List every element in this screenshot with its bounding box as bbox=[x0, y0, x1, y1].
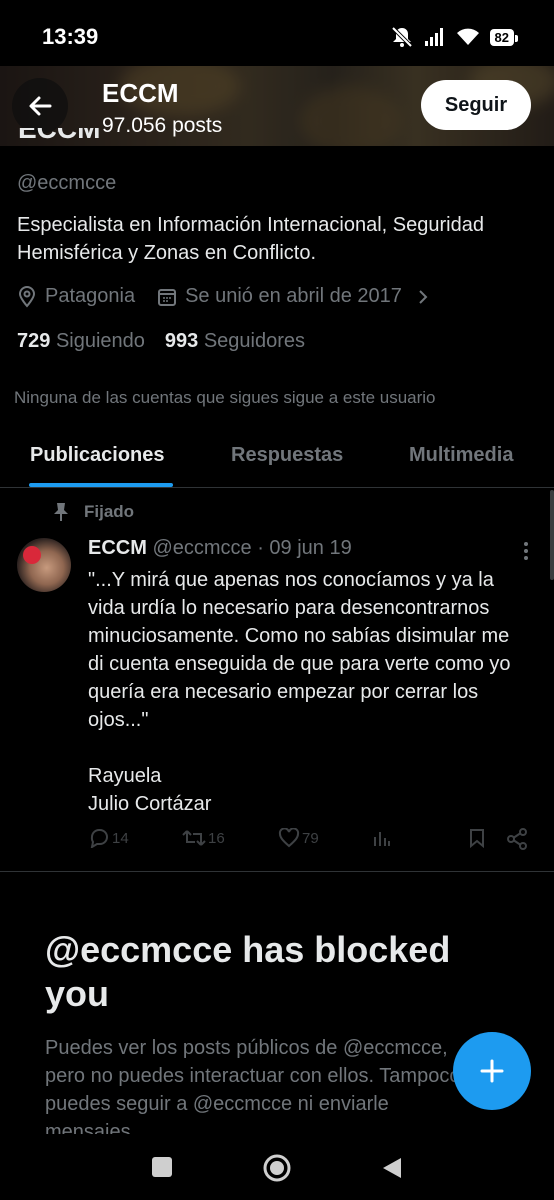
wifi-icon bbox=[456, 28, 479, 45]
recents-icon[interactable] bbox=[151, 1156, 173, 1178]
blocked-message: Puedes ver los posts públicos de @eccmcc… bbox=[45, 1037, 461, 1134]
bookmark-button[interactable] bbox=[468, 828, 486, 848]
following-count: 729 bbox=[17, 330, 51, 352]
followers-label: Seguidores bbox=[203, 330, 306, 352]
reply-count: 14 bbox=[112, 829, 129, 847]
active-tab-indicator bbox=[29, 483, 173, 487]
profile-bio: Especialista en Información Internaciona… bbox=[17, 214, 484, 264]
heart-icon bbox=[278, 828, 300, 848]
scrollbar[interactable] bbox=[550, 490, 554, 580]
tab-publicaciones[interactable]: Publicaciones bbox=[30, 444, 165, 467]
post-header: ECCM @eccmcce · 09 jun 19 bbox=[88, 537, 352, 560]
status-bar: 13:39 82 bbox=[0, 0, 554, 70]
compose-button[interactable] bbox=[453, 1032, 531, 1110]
follow-button[interactable]: Seguir bbox=[421, 80, 531, 130]
post-text: "...Y mirá que apenas nos conocíamos y y… bbox=[88, 569, 511, 815]
header-title: ECCM bbox=[102, 78, 179, 108]
calendar-icon bbox=[158, 288, 177, 306]
back-nav-icon[interactable] bbox=[381, 1156, 403, 1180]
joined-label: Se unió en abril de 2017 bbox=[185, 285, 402, 307]
profile-name: ECCM bbox=[18, 128, 101, 144]
avatar[interactable] bbox=[17, 538, 71, 592]
bar-chart-icon bbox=[374, 832, 390, 846]
status-icons: 82 bbox=[390, 26, 519, 48]
post-author[interactable]: ECCM bbox=[88, 537, 147, 559]
location-label: Patagonia bbox=[45, 285, 136, 307]
battery-indicator: 82 bbox=[489, 28, 519, 46]
share-button[interactable] bbox=[506, 828, 528, 850]
arrow-left-icon bbox=[29, 96, 52, 116]
chevron-right-icon bbox=[419, 289, 428, 304]
pin-icon bbox=[54, 503, 68, 521]
follow-stats: 729 Siguiendo 993 Seguidores bbox=[17, 330, 305, 353]
profile-meta: Patagonia Se unió en abril de 2017 bbox=[17, 285, 452, 308]
followers-count: 993 bbox=[164, 330, 199, 352]
profile-handle: @eccmcce bbox=[17, 172, 117, 194]
back-button[interactable] bbox=[12, 78, 68, 134]
header-post-count: 97.056 posts bbox=[102, 114, 223, 137]
signal-icon bbox=[424, 28, 443, 46]
pinned-indicator: Fijado bbox=[52, 502, 134, 522]
repost-button[interactable]: 16 bbox=[182, 828, 225, 848]
followers-link[interactable]: 993 Seguidores bbox=[165, 330, 305, 352]
following-link[interactable]: 729 Siguiendo bbox=[17, 330, 145, 352]
following-label: Siguiendo bbox=[55, 330, 145, 352]
divider bbox=[0, 871, 554, 872]
profile-joined[interactable]: Se unió en abril de 2017 bbox=[157, 285, 430, 308]
status-time: 13:39 bbox=[42, 24, 99, 49]
location-pin-icon bbox=[18, 285, 36, 308]
share-icon bbox=[507, 828, 527, 850]
mute-icon bbox=[391, 26, 412, 48]
like-button[interactable]: 79 bbox=[278, 828, 319, 848]
system-nav-bar bbox=[0, 1136, 554, 1200]
like-count: 79 bbox=[302, 829, 319, 847]
post-handle-date: @eccmcce · 09 jun 19 bbox=[152, 537, 352, 559]
reply-button[interactable]: 14 bbox=[88, 828, 129, 848]
pinned-label: Fijado bbox=[84, 502, 135, 521]
bookmark-icon bbox=[470, 829, 484, 848]
views-button[interactable] bbox=[372, 828, 392, 848]
tab-multimedia[interactable]: Multimedia bbox=[409, 444, 513, 467]
plus-icon bbox=[480, 1059, 504, 1083]
post-actions: 14 16 79 bbox=[88, 828, 534, 854]
profile-location: Patagonia bbox=[17, 285, 135, 308]
repost-icon bbox=[182, 830, 206, 846]
no-common-followers: Ninguna de las cuentas que sigues sigue … bbox=[14, 388, 436, 407]
tab-respuestas[interactable]: Respuestas bbox=[231, 444, 343, 467]
more-options-icon[interactable] bbox=[522, 540, 530, 562]
home-icon[interactable] bbox=[262, 1153, 292, 1183]
repost-count: 16 bbox=[208, 829, 225, 847]
blocked-title: @eccmcce has blocked you bbox=[45, 929, 451, 1014]
reply-icon bbox=[90, 829, 108, 848]
profile-tabs: Publicaciones Respuestas Multimedia bbox=[0, 430, 554, 488]
